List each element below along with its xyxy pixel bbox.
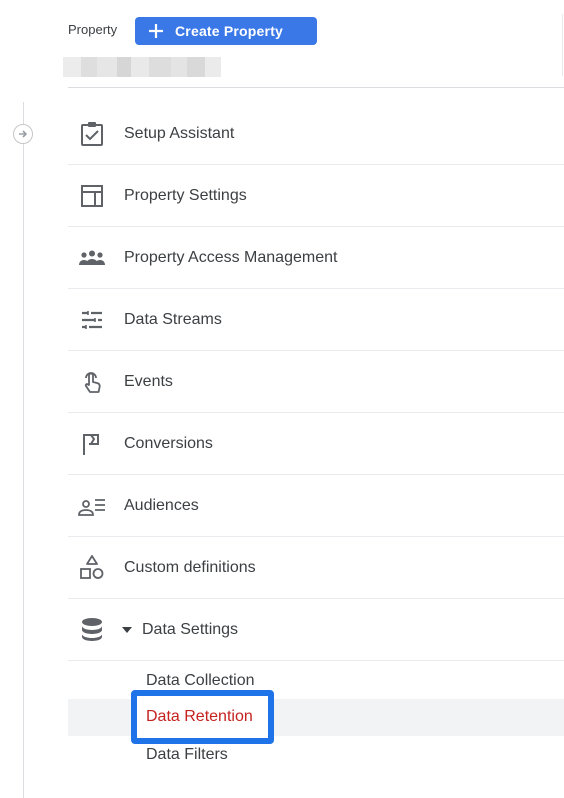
header-divider	[68, 87, 564, 88]
nav-item-events[interactable]: Events	[68, 351, 564, 413]
nav-item-setup-assistant[interactable]: Setup Assistant	[68, 103, 564, 165]
caret-down-icon	[122, 625, 132, 635]
nav-item-label: Property Access Management	[124, 248, 338, 266]
layout-icon	[78, 182, 106, 210]
create-property-button[interactable]: Create Property	[135, 17, 317, 45]
nav-item-label: Conversions	[124, 434, 213, 452]
property-name-redacted	[63, 57, 221, 77]
database-icon	[78, 616, 106, 644]
nav-item-custom-definitions[interactable]: Custom definitions	[68, 537, 564, 599]
data-retention-highlight[interactable]: Data Retention	[131, 690, 274, 744]
people-icon	[78, 244, 106, 272]
property-nav: Setup Assistant Property Settings Proper…	[68, 103, 564, 661]
shapes-icon	[78, 554, 106, 582]
nav-item-label: Custom definitions	[124, 558, 256, 576]
nav-item-label: Data Streams	[124, 310, 222, 328]
create-property-label: Create Property	[175, 23, 284, 39]
checklist-icon	[78, 120, 106, 148]
nav-item-property-settings[interactable]: Property Settings	[68, 165, 564, 227]
nav-item-label: Setup Assistant	[124, 124, 235, 142]
nav-item-label: Data Settings	[142, 620, 239, 638]
audience-icon	[78, 492, 106, 520]
nav-item-label: Audiences	[124, 496, 199, 514]
property-header: Property Create Property	[0, 0, 564, 88]
data-retention-label: Data Retention	[146, 708, 253, 725]
arrow-right-circle-icon[interactable]	[13, 124, 33, 144]
nav-item-conversions[interactable]: Conversions	[68, 413, 564, 475]
nav-item-label: Events	[124, 372, 173, 390]
nav-item-data-streams[interactable]: Data Streams	[68, 289, 564, 351]
flag-icon	[78, 430, 106, 458]
nav-item-property-access-management[interactable]: Property Access Management	[68, 227, 564, 289]
touch-icon	[78, 368, 106, 396]
property-label: Property	[68, 22, 118, 37]
nav-item-data-settings[interactable]: Data Settings	[68, 599, 564, 661]
nav-item-label: Property Settings	[124, 186, 247, 204]
header-divider-vertical	[562, 14, 563, 76]
streams-icon	[78, 306, 106, 334]
plus-icon	[149, 24, 163, 38]
nav-item-audiences[interactable]: Audiences	[68, 475, 564, 537]
timeline-line	[23, 102, 24, 798]
